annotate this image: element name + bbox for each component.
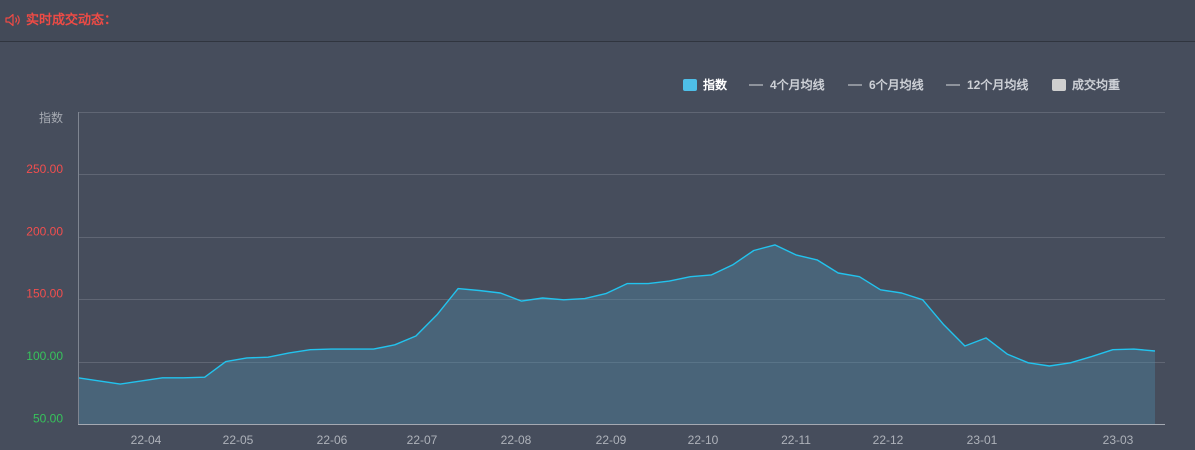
legend-swatch-ma12 xyxy=(946,84,960,86)
data-point[interactable] xyxy=(160,375,166,381)
legend-swatch-ma6 xyxy=(848,84,862,86)
data-point[interactable] xyxy=(307,347,313,353)
data-point[interactable] xyxy=(1025,360,1031,366)
x-tick-label: 23-01 xyxy=(967,433,998,447)
data-point[interactable] xyxy=(371,346,377,352)
legend-item-ma12[interactable]: 12个月均线 xyxy=(946,78,1028,92)
data-point[interactable] xyxy=(75,375,81,381)
data-point[interactable] xyxy=(582,296,588,302)
legend-label: 6个月均线 xyxy=(869,78,924,92)
legend-item-ma6[interactable]: 6个月均线 xyxy=(848,78,924,92)
data-point[interactable] xyxy=(286,350,292,356)
legend-item-avg-volume[interactable]: 成交均重 xyxy=(1052,78,1120,92)
legend-label: 成交均重 xyxy=(1072,78,1121,92)
data-point[interactable] xyxy=(603,291,609,297)
data-point[interactable] xyxy=(793,252,799,258)
data-point[interactable] xyxy=(835,270,841,276)
data-point[interactable] xyxy=(814,257,820,263)
data-point[interactable] xyxy=(497,290,503,296)
legend-swatch-avg-volume xyxy=(1052,79,1066,91)
y-tick-label: 50.00 xyxy=(33,412,63,426)
x-tick-label: 22-04 xyxy=(131,433,162,447)
data-point[interactable] xyxy=(878,287,884,293)
legend-item-ma4[interactable]: 4个月均线 xyxy=(749,78,825,92)
data-point[interactable] xyxy=(540,295,546,301)
x-tick-label: 22-06 xyxy=(317,433,348,447)
series-area-index xyxy=(78,244,1155,424)
legend-item-index[interactable]: 指数 xyxy=(683,78,727,92)
y-axis-title: 指数 xyxy=(39,110,63,125)
data-point[interactable] xyxy=(1110,347,1116,353)
data-point[interactable] xyxy=(392,342,398,348)
header-title-text: 实时成交动态： xyxy=(26,12,118,27)
data-point[interactable] xyxy=(983,335,989,341)
legend-label: 指数 xyxy=(703,78,728,92)
data-point[interactable] xyxy=(1004,351,1010,357)
chart-legend: 指数 4个月均线 6个月均线 12个月均线 成交均重 xyxy=(0,78,1195,92)
data-point[interactable] xyxy=(1068,360,1074,366)
data-point[interactable] xyxy=(413,333,419,339)
data-point[interactable] xyxy=(687,274,693,280)
x-tick-label: 23-03 xyxy=(1103,433,1134,447)
y-tick-label: 150.00 xyxy=(26,287,63,301)
data-point[interactable] xyxy=(1046,363,1052,369)
x-tick-label: 22-07 xyxy=(407,433,438,447)
data-point[interactable] xyxy=(962,343,968,349)
data-point[interactable] xyxy=(265,354,271,360)
data-point[interactable] xyxy=(856,274,862,280)
data-point[interactable] xyxy=(181,375,187,381)
x-tick-label: 22-11 xyxy=(781,433,811,447)
data-point[interactable] xyxy=(117,381,123,387)
data-point[interactable] xyxy=(476,288,482,294)
data-point[interactable] xyxy=(455,286,461,292)
data-point[interactable] xyxy=(624,281,630,287)
data-point[interactable] xyxy=(1089,354,1095,360)
data-point[interactable] xyxy=(709,272,715,278)
x-tick-label: 22-09 xyxy=(596,433,627,447)
series-layer xyxy=(77,244,1156,424)
legend-label: 12个月均线 xyxy=(967,78,1029,92)
data-point[interactable] xyxy=(1131,346,1137,352)
data-point[interactable] xyxy=(1152,348,1158,354)
data-point[interactable] xyxy=(920,297,926,303)
data-point[interactable] xyxy=(666,278,672,284)
data-point[interactable] xyxy=(751,248,757,254)
data-point[interactable] xyxy=(244,355,250,361)
x-tick-label: 22-05 xyxy=(223,433,254,447)
legend-swatch-ma4 xyxy=(749,84,763,86)
legend-label: 4个月均线 xyxy=(770,78,825,92)
x-tick-label: 22-10 xyxy=(688,433,719,447)
data-point[interactable] xyxy=(645,281,651,287)
data-point[interactable] xyxy=(561,297,567,303)
data-point[interactable] xyxy=(434,312,440,318)
x-tick-label: 22-08 xyxy=(501,433,532,447)
data-point[interactable] xyxy=(202,374,208,380)
index-chart: 50.00 100.00 150.00 200.00 250.00 指数 22-04 22-0… xyxy=(26,110,1165,447)
header-bar: 实时成交动态： xyxy=(0,0,1195,42)
data-point[interactable] xyxy=(941,322,947,328)
data-point[interactable] xyxy=(328,346,334,352)
y-tick-label: 100.00 xyxy=(26,349,63,363)
data-point[interactable] xyxy=(138,378,144,384)
header-title: 实时成交动态： xyxy=(5,11,117,29)
data-point[interactable] xyxy=(772,242,778,248)
data-point[interactable] xyxy=(223,359,229,365)
speaker-icon xyxy=(5,13,20,27)
y-tick-label: 250.00 xyxy=(26,162,63,176)
x-tick-label: 22-12 xyxy=(873,433,904,447)
data-point[interactable] xyxy=(350,346,356,352)
y-tick-label: 200.00 xyxy=(26,224,63,238)
data-point[interactable] xyxy=(96,378,102,384)
data-point[interactable] xyxy=(899,290,905,296)
legend-swatch-index xyxy=(683,79,697,91)
data-point[interactable] xyxy=(730,262,736,268)
data-point[interactable] xyxy=(519,298,525,304)
